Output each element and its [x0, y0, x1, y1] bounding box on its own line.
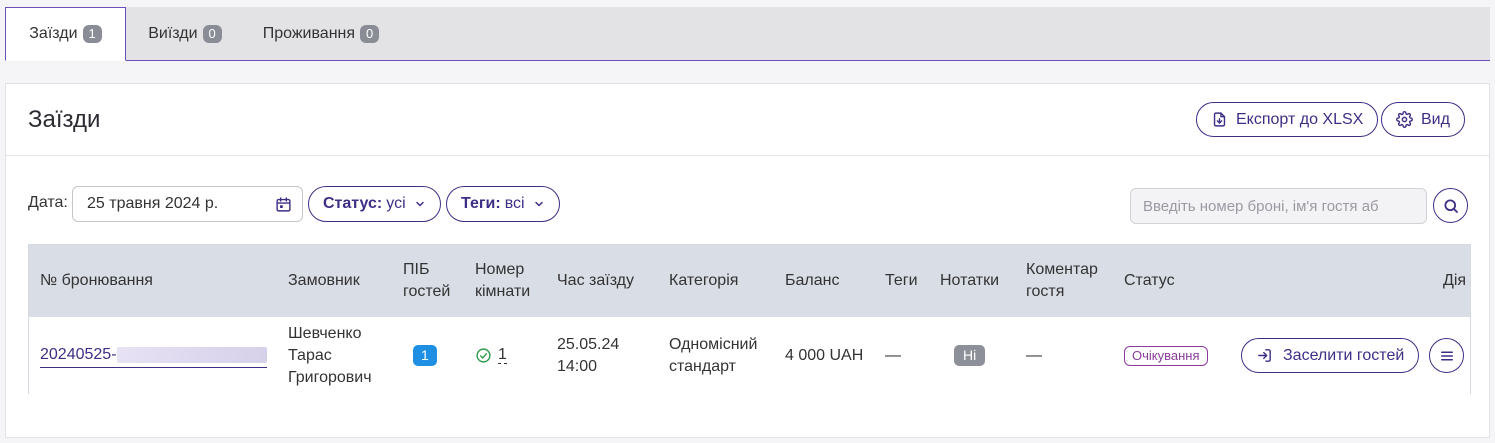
check-in-guests-label: Заселити гостей: [1283, 346, 1405, 364]
status-badge: Очікування: [1124, 345, 1208, 366]
header-room: Номер кімнати: [475, 245, 530, 317]
arrivals-table: № бронювання Замовник ПІБ гостей Номер к…: [28, 244, 1471, 394]
customer-name: Тарас: [288, 346, 332, 364]
export-xlsx-button[interactable]: Експорт до XLSX: [1196, 102, 1379, 137]
view-label: Вид: [1421, 110, 1450, 128]
tags-cell: —: [885, 346, 901, 364]
tab-arrivals[interactable]: Заїзди 1: [5, 7, 126, 61]
arrivals-panel: Заїзди Експорт до XLSX Вид Дата: 25 трав…: [5, 83, 1490, 438]
guests-cell: 1: [413, 317, 437, 394]
login-arrow-icon: [1258, 349, 1271, 362]
export-xlsx-label: Експорт до XLSX: [1236, 110, 1364, 128]
notes-badge: Ні: [954, 345, 986, 366]
booking-number: 20240525-: [40, 345, 117, 363]
status-filter-key: Статус:: [323, 195, 383, 212]
tab-arrivals-label: Заїзди: [29, 25, 78, 42]
header-room-line1: Номер: [475, 261, 525, 278]
chevron-down-icon: [534, 201, 543, 207]
header-tags: Теги: [885, 272, 918, 289]
booking-cell: 20240525-: [40, 317, 267, 394]
category-line2: стандарт: [669, 357, 736, 375]
redacted-booking-suffix: [116, 346, 267, 363]
tab-stays-count: 0: [360, 24, 380, 43]
tab-stays-label: Проживання: [262, 24, 356, 42]
customer-patronymic: Григорович: [288, 368, 372, 386]
header-comment-line2: гостя: [1026, 283, 1065, 300]
header-comment-line1: Коментар: [1026, 261, 1098, 278]
header-guest-comment: Коментар гостя: [1026, 245, 1098, 317]
view-button[interactable]: Вид: [1381, 102, 1465, 137]
header-room-line2: кімнати: [475, 283, 531, 300]
balance-cell: 4 000 UAH: [785, 346, 864, 364]
header-customer: Замовник: [288, 272, 360, 289]
customer-cell: Шевченко Тарас Григорович: [288, 317, 372, 394]
tab-departures-count: 0: [202, 24, 222, 43]
header-booking: № бронювання: [40, 272, 153, 289]
notes-cell: Ні: [954, 317, 986, 394]
tags-filter[interactable]: Теги: всі: [446, 186, 560, 222]
search-icon: [1443, 198, 1458, 213]
arrivals-page: Заїзди 1 Виїзди 0 Проживання 0 Заїзди Ек…: [0, 0, 1495, 443]
chevron-down-icon: [415, 201, 424, 207]
customer-surname: Шевченко: [288, 324, 362, 342]
checkin-date: 25.05.24: [557, 335, 620, 353]
room-number-link[interactable]: 1: [498, 347, 507, 364]
header-checkin-time: Час заїзду: [557, 272, 635, 289]
row-menu-button[interactable]: [1429, 338, 1464, 373]
check-in-guests-button[interactable]: Заселити гостей: [1241, 338, 1420, 373]
checkin-time: 14:00: [557, 357, 598, 375]
comment-cell: —: [1026, 346, 1042, 364]
search-button[interactable]: [1433, 188, 1468, 223]
table-header: № бронювання Замовник ПІБ гостей Номер к…: [29, 245, 1470, 317]
calendar-icon: [276, 197, 291, 212]
header-action: Дія: [1443, 272, 1467, 289]
booking-number-link[interactable]: 20240525-: [40, 344, 267, 368]
room-cell: 1: [475, 317, 507, 394]
header-guests-line2: гостей: [403, 283, 451, 300]
tags-filter-key: Теги:: [461, 195, 501, 212]
header-guests: ПІБ гостей: [403, 245, 450, 317]
header-notes: Нотатки: [940, 272, 1000, 289]
hamburger-menu-icon: [1440, 351, 1453, 360]
date-label: Дата:: [28, 194, 68, 211]
table-row: 20240525- Шевченко Тарас Григорович 1 1 …: [29, 317, 1470, 394]
status-filter[interactable]: Статус: усі: [308, 186, 441, 222]
header-guests-line1: ПІБ: [403, 261, 430, 278]
status-filter-value: усі: [386, 195, 406, 212]
header-category: Категорія: [669, 272, 739, 289]
gear-icon: [1396, 111, 1413, 128]
category-cell: Одномісний стандарт: [669, 317, 757, 394]
file-download-icon: [1213, 112, 1226, 127]
tab-stays[interactable]: Проживання 0: [244, 7, 398, 60]
tab-departures[interactable]: Виїзди 0: [126, 7, 244, 60]
tab-arrivals-count: 1: [82, 25, 102, 43]
tags-filter-value: всі: [504, 195, 525, 212]
date-picker[interactable]: 25 травня 2024 р.: [72, 186, 303, 222]
date-value: 25 травня 2024 р.: [87, 195, 219, 212]
header-balance: Баланс: [785, 272, 840, 289]
checkin-time-cell: 25.05.24 14:00: [557, 317, 619, 394]
panel-header: Заїзди Експорт до XLSX Вид: [6, 84, 1489, 156]
check-circle-icon: [476, 348, 491, 363]
tab-departures-label: Виїзди: [148, 24, 198, 42]
category-line1: Одномісний: [669, 335, 758, 353]
guest-count-badge[interactable]: 1: [413, 345, 437, 366]
search-input[interactable]: [1130, 188, 1427, 224]
tab-bar: Заїзди 1 Виїзди 0 Проживання 0: [5, 7, 1490, 61]
header-status: Статус: [1124, 272, 1175, 289]
page-title: Заїзди: [28, 106, 101, 133]
status-cell: Очікування: [1124, 317, 1208, 394]
